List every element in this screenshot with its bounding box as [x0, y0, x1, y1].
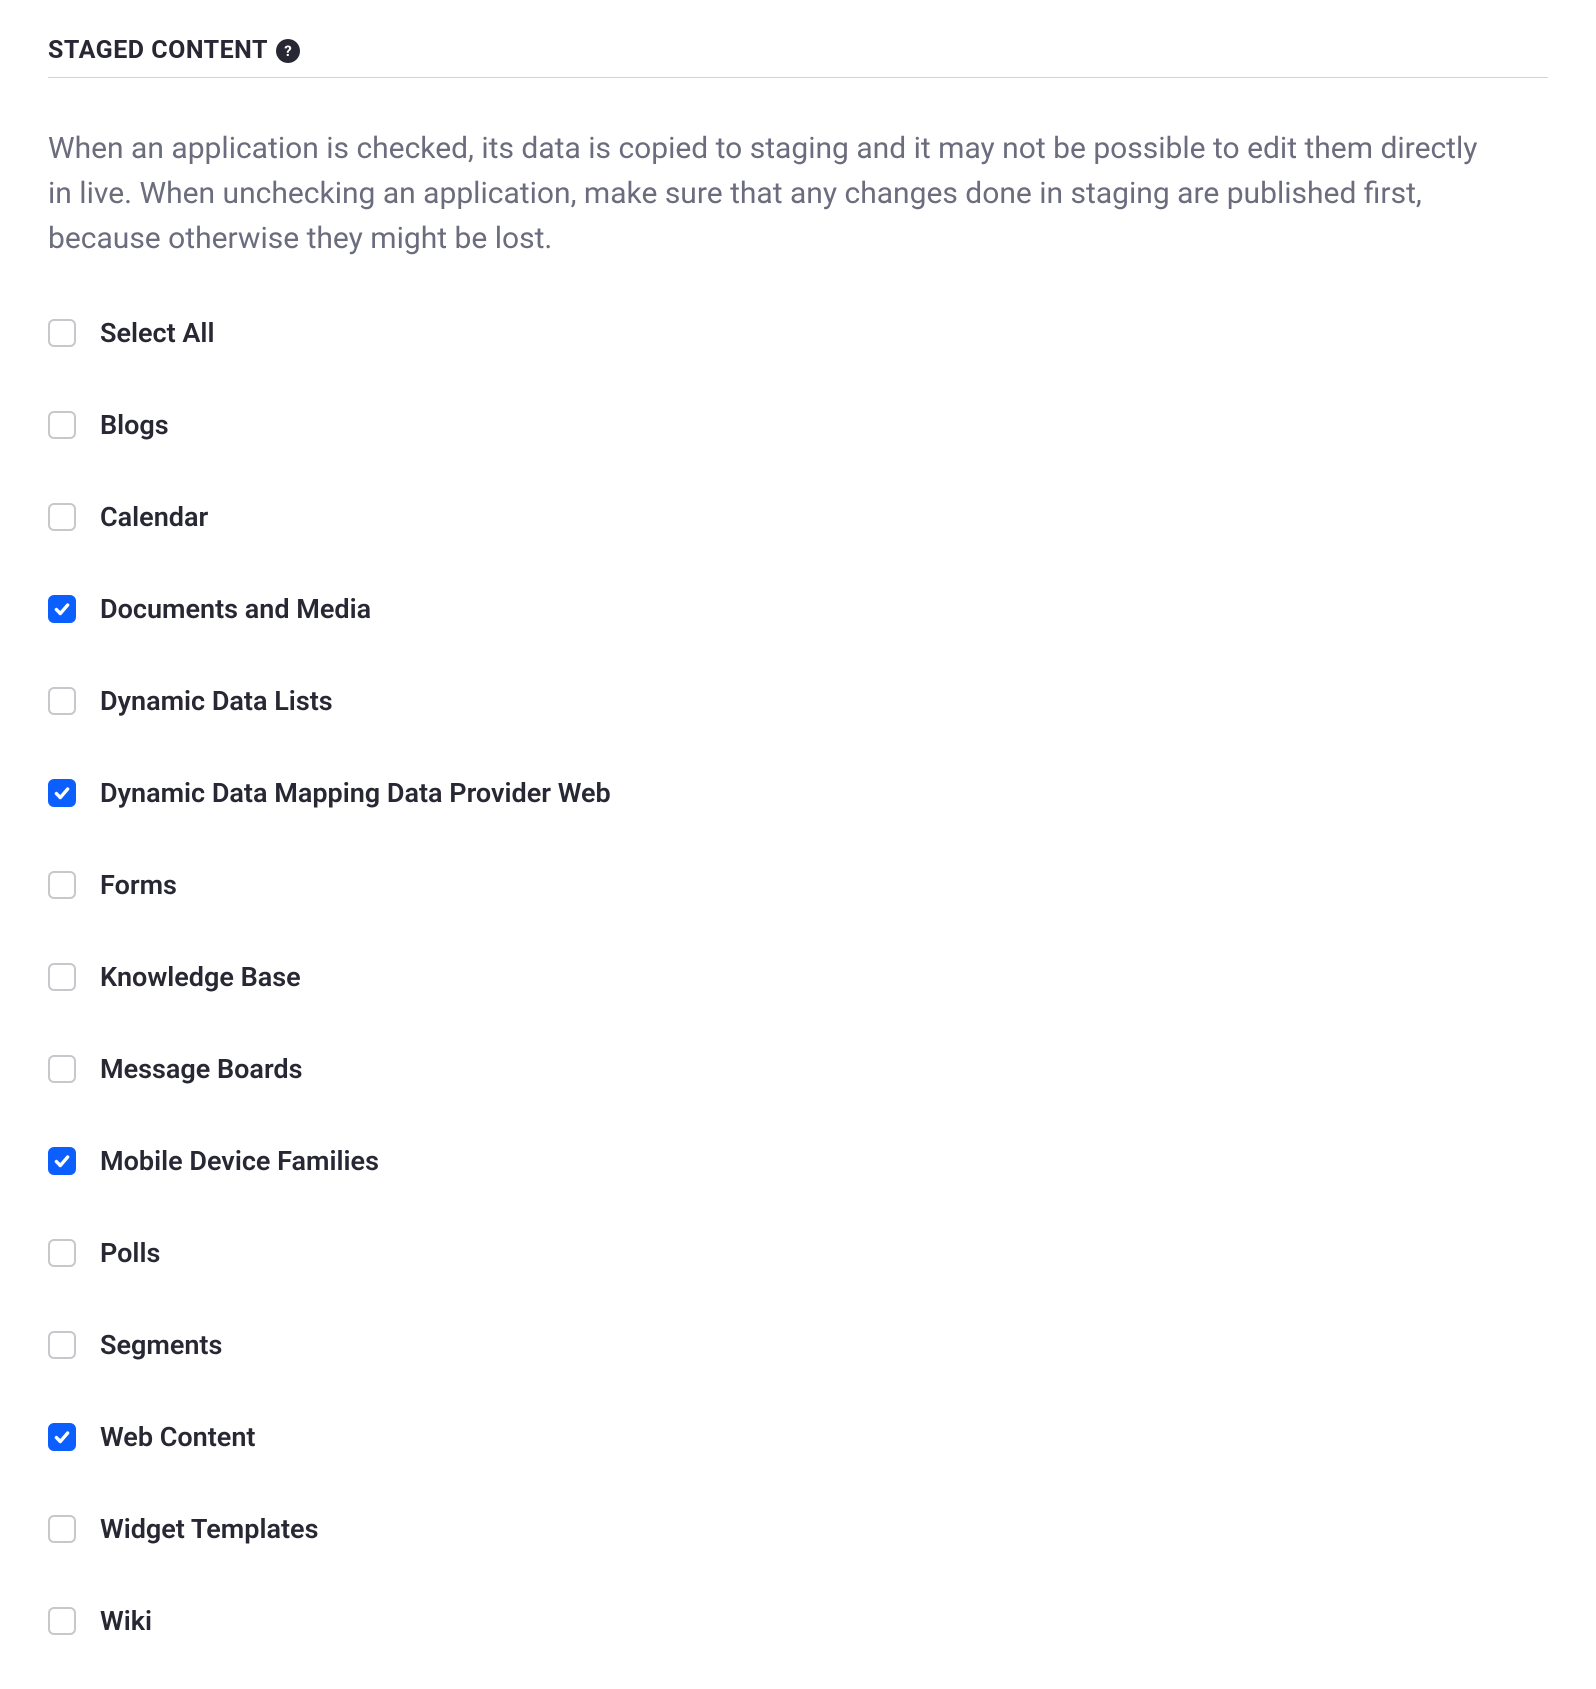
checkbox[interactable] — [48, 595, 76, 623]
checkbox-row: Web Content — [48, 1421, 1548, 1453]
help-icon[interactable]: ? — [276, 39, 300, 63]
checkbox-label[interactable]: Polls — [100, 1237, 160, 1269]
checkbox-label[interactable]: Documents and Media — [100, 593, 371, 625]
section-header: STAGED CONTENT ? — [48, 36, 1548, 78]
checkbox-label[interactable]: Segments — [100, 1329, 222, 1361]
checkbox[interactable] — [48, 1055, 76, 1083]
checkbox-row: Blogs — [48, 409, 1548, 441]
checkbox-label[interactable]: Dynamic Data Mapping Data Provider Web — [100, 777, 611, 809]
checkbox-label[interactable]: Widget Templates — [100, 1513, 318, 1545]
checkbox-label[interactable]: Knowledge Base — [100, 961, 301, 993]
section-title: STAGED CONTENT — [48, 36, 268, 65]
checkbox-label[interactable]: Message Boards — [100, 1053, 303, 1085]
checkbox-label[interactable]: Mobile Device Families — [100, 1145, 379, 1177]
checkbox[interactable] — [48, 319, 76, 347]
checkbox-list: Select All Blogs Calendar Documents and Med… — [48, 317, 1548, 1637]
checkbox-label[interactable]: Forms — [100, 869, 177, 901]
checkbox[interactable] — [48, 1331, 76, 1359]
checkbox[interactable] — [48, 871, 76, 899]
checkbox-label[interactable]: Wiki — [100, 1605, 152, 1637]
checkbox[interactable] — [48, 1239, 76, 1267]
section-description: When an application is checked, its data… — [48, 126, 1508, 261]
checkbox[interactable] — [48, 1607, 76, 1635]
checkbox-row: Wiki — [48, 1605, 1548, 1637]
checkbox[interactable] — [48, 503, 76, 531]
checkbox[interactable] — [48, 779, 76, 807]
checkbox-label[interactable]: Web Content — [100, 1421, 256, 1453]
checkbox[interactable] — [48, 687, 76, 715]
checkbox-row: Dynamic Data Mapping Data Provider Web — [48, 777, 1548, 809]
checkbox-label[interactable]: Blogs — [100, 409, 169, 441]
checkbox[interactable] — [48, 963, 76, 991]
checkbox-row: Segments — [48, 1329, 1548, 1361]
checkbox-row: Forms — [48, 869, 1548, 901]
checkbox[interactable] — [48, 1147, 76, 1175]
checkbox-row: Documents and Media — [48, 593, 1548, 625]
checkbox-row: Dynamic Data Lists — [48, 685, 1548, 717]
checkbox-label[interactable]: Select All — [100, 317, 214, 349]
checkbox-label[interactable]: Dynamic Data Lists — [100, 685, 333, 717]
checkbox-row: Knowledge Base — [48, 961, 1548, 993]
checkbox-label[interactable]: Calendar — [100, 501, 208, 533]
checkbox-row: Message Boards — [48, 1053, 1548, 1085]
checkbox[interactable] — [48, 1423, 76, 1451]
checkbox[interactable] — [48, 1515, 76, 1543]
checkbox-row: Polls — [48, 1237, 1548, 1269]
checkbox[interactable] — [48, 411, 76, 439]
checkbox-row: Mobile Device Families — [48, 1145, 1548, 1177]
checkbox-row: Select All — [48, 317, 1548, 349]
checkbox-row: Calendar — [48, 501, 1548, 533]
checkbox-row: Widget Templates — [48, 1513, 1548, 1545]
